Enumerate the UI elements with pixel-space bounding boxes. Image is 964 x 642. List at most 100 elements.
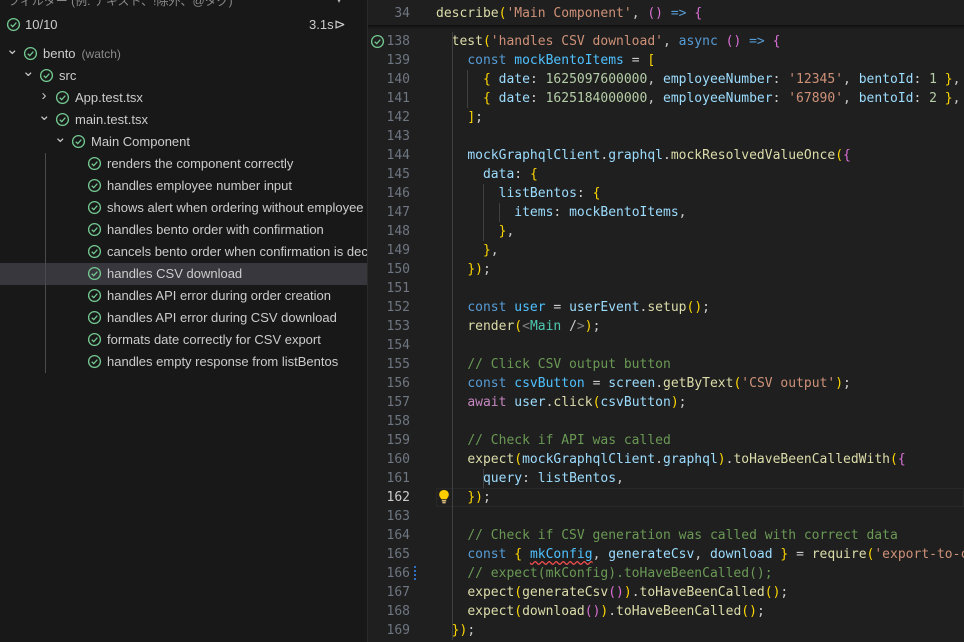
chevron-down-icon[interactable]: ⌄	[54, 130, 67, 145]
code-line[interactable]: 151	[368, 279, 964, 298]
code-line[interactable]: 166 // expect(mkConfig).toHaveBeenCalled…	[368, 564, 964, 583]
code-text: expect(generateCsv()).toHaveBeenCalled()…	[467, 585, 789, 600]
test-item-label: cancels bento order when confirmation is…	[107, 244, 368, 259]
test-item-label: formats date correctly for CSV export	[107, 332, 321, 347]
code-text: // Click CSV output button	[467, 357, 671, 372]
line-number: 151	[386, 281, 410, 296]
code-line[interactable]: 138 test('handles CSV download', async (…	[368, 32, 964, 51]
pass-icon	[87, 288, 102, 303]
test-passed-icon[interactable]	[370, 34, 385, 49]
code-line[interactable]: 142 ];	[368, 108, 964, 127]
test-item-label: App.test.tsx	[75, 90, 143, 105]
chevron-right-icon[interactable]: ›	[38, 88, 50, 103]
code-line[interactable]: 158	[368, 412, 964, 431]
pass-icon	[87, 244, 102, 259]
line-number: 158	[386, 414, 410, 429]
code-line[interactable]: 149 },	[368, 241, 964, 260]
line-number: 34	[394, 6, 410, 21]
code-line[interactable]: 147 items: mockBentoItems,	[368, 203, 964, 222]
code-text: await user.click(csvButton);	[467, 395, 687, 410]
chevron-down-icon[interactable]: ⌄	[38, 108, 51, 123]
code-text: },	[498, 224, 515, 239]
code-line[interactable]: 168 expect(download()).toHaveBeenCalled(…	[368, 602, 964, 621]
test-item[interactable]: handles bento order with confirmation	[0, 219, 368, 241]
code-line[interactable]: 140 { date: 1625097600000, employeeNumbe…	[368, 70, 964, 89]
run-with-coverage-icon[interactable]: ⊳	[334, 16, 346, 33]
code-line[interactable]: 145 data: {	[368, 165, 964, 184]
pass-icon	[87, 156, 102, 171]
sticky-scroll-shadow	[368, 25, 964, 29]
pass-icon	[55, 90, 70, 105]
code-line[interactable]: 163	[368, 507, 964, 526]
code-line[interactable]: 150 });	[368, 260, 964, 279]
code-line[interactable]: 155 // Click CSV output button	[368, 355, 964, 374]
test-item[interactable]: shows alert when ordering without employ…	[0, 197, 368, 219]
code-line[interactable]: 152 const user = userEvent.setup();	[368, 298, 964, 317]
code-line[interactable]: 153 render(<Main />);	[368, 317, 964, 336]
line-number: 144	[386, 148, 410, 163]
test-item[interactable]: handles API error during CSV download	[0, 307, 368, 329]
code-line[interactable]: 165 const { mkConfig, generateCsv, downl…	[368, 545, 964, 564]
code-line[interactable]: 139 const mockBentoItems = [	[368, 51, 964, 70]
code-editor[interactable]: 34 describe('Main Component', () => { 13…	[368, 0, 964, 642]
pass-icon	[87, 222, 102, 237]
code-text: { date: 1625097600000, employeeNumber: '…	[482, 72, 961, 87]
test-item[interactable]: cancels bento order when confirmation is…	[0, 241, 368, 263]
chevron-down-icon[interactable]: ⌄	[22, 64, 35, 79]
code-text: items: mockBentoItems,	[514, 205, 687, 220]
line-number: 155	[386, 357, 410, 372]
pass-icon	[6, 17, 21, 32]
chevron-down-icon[interactable]: ⌄	[6, 42, 19, 57]
test-item[interactable]: formats date correctly for CSV export	[0, 329, 368, 351]
test-item[interactable]: handles empty response from listBentos	[0, 351, 368, 373]
test-item[interactable]: handles API error during order creation	[0, 285, 368, 307]
test-item[interactable]: handles employee number input	[0, 175, 368, 197]
test-duration: 3.1s	[309, 17, 334, 32]
test-item-label: Main Component	[91, 134, 190, 149]
line-number: 160	[386, 452, 410, 467]
test-group-item[interactable]: › App.test.tsx	[0, 87, 368, 109]
test-group-item[interactable]: ⌄ Main Component	[0, 130, 368, 153]
code-line[interactable]: 167 expect(generateCsv()).toHaveBeenCall…	[368, 583, 964, 602]
code-line[interactable]: 146 listBentos: {	[368, 184, 964, 203]
line-number: 141	[386, 91, 410, 106]
line-number: 163	[386, 509, 410, 524]
sticky-scroll-line[interactable]: 34 describe('Main Component', () => {	[368, 4, 964, 23]
code-line[interactable]: 156 const csvButton = screen.getByText('…	[368, 374, 964, 393]
test-item-label: bento (watch)	[43, 46, 121, 61]
code-text: mockGraphqlClient.graphql.mockResolvedVa…	[467, 148, 851, 163]
code-line[interactable]: 154	[368, 336, 964, 355]
code-line[interactable]: 159 // Check if API was called	[368, 431, 964, 450]
pass-icon	[55, 112, 70, 127]
code-line[interactable]: 162 });	[368, 488, 964, 507]
test-filter-input[interactable]: フィルター (例: テキスト、!除外、@タグ) ▾	[0, 0, 368, 8]
test-item[interactable]: renders the component correctly	[0, 153, 368, 175]
indent-guide	[498, 203, 500, 222]
code-line[interactable]: 157 await user.click(csvButton);	[368, 393, 964, 412]
code-text: const csvButton = screen.getByText('CSV …	[467, 376, 851, 391]
code-text: },	[482, 243, 499, 258]
code-line[interactable]: 169 });	[368, 621, 964, 640]
code-line[interactable]: 161 query: listBentos,	[368, 469, 964, 488]
code-line[interactable]: 148 },	[368, 222, 964, 241]
test-group-item[interactable]: ⌄ src	[0, 64, 368, 87]
code-text: test('handles CSV download', async () =>…	[451, 34, 781, 49]
test-group-item[interactable]: ⌄ bento (watch)	[0, 42, 368, 65]
code-line[interactable]: 141 { date: 1625184000000, employeeNumbe…	[368, 89, 964, 108]
line-number: 148	[386, 224, 410, 239]
test-item[interactable]: handles CSV download	[0, 263, 368, 285]
test-item-label: main.test.tsx	[75, 112, 148, 127]
indent-guide	[451, 32, 453, 640]
test-group-item[interactable]: ⌄ main.test.tsx	[0, 108, 368, 131]
modified-line-marker[interactable]	[414, 566, 416, 581]
code-line[interactable]: 144 mockGraphqlClient.graphql.mockResolv…	[368, 146, 964, 165]
line-number: 146	[386, 186, 410, 201]
code-line[interactable]: 160 expect(mockGraphqlClient.graphql).to…	[368, 450, 964, 469]
code-text: const { mkConfig, generateCsv, download …	[467, 547, 964, 562]
code-text: });	[451, 623, 476, 638]
code-line[interactable]: 164 // Check if CSV generation was calle…	[368, 526, 964, 545]
line-number: 140	[386, 72, 410, 87]
code-text: describe('Main Component', () => {	[436, 6, 703, 21]
filter-icon[interactable]: ▾	[336, 0, 342, 6]
code-line[interactable]: 143	[368, 127, 964, 146]
